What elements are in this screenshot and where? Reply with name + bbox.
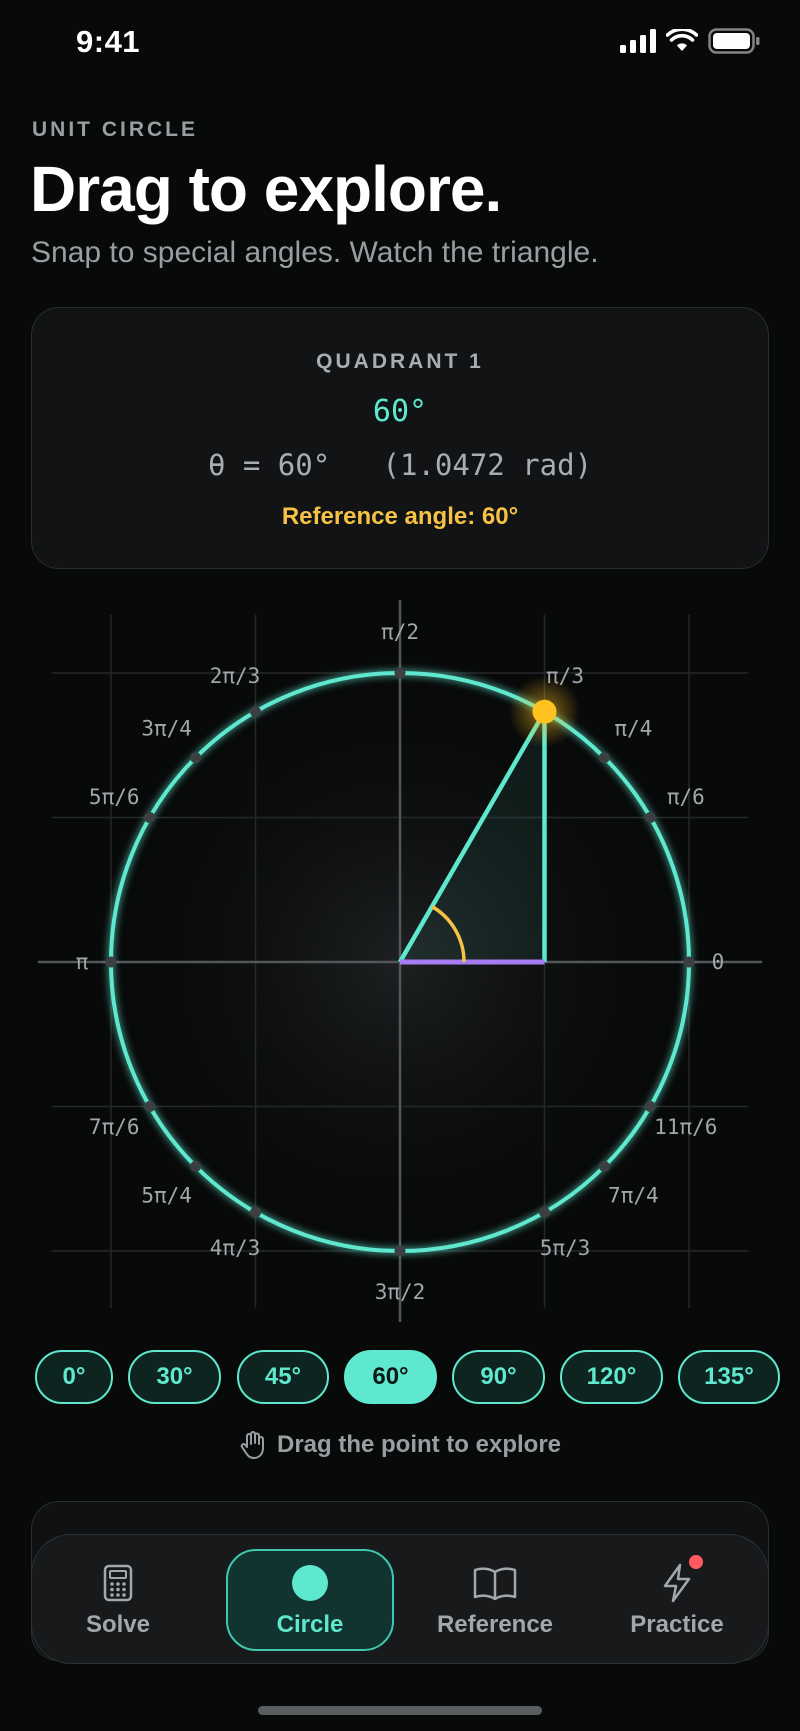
angle-label: 5π/4: [141, 1183, 192, 1207]
chip-90[interactable]: 90°: [452, 1350, 545, 1404]
angle-tick: [105, 956, 117, 968]
chip-135[interactable]: 135°: [678, 1350, 780, 1404]
page-title: Drag to explore.: [30, 153, 502, 225]
chip-60[interactable]: 60°: [344, 1350, 437, 1404]
angle-tick: [644, 812, 656, 823]
angle-tick: [683, 956, 695, 968]
angle-tick: [539, 1206, 550, 1218]
angle-tick: [250, 706, 261, 718]
quadrant-label: QUADRANT 1: [316, 350, 484, 373]
angle-tick: [190, 1160, 202, 1172]
chip-120[interactable]: 120°: [560, 1350, 663, 1404]
angle-label: 5π/6: [89, 785, 140, 809]
status-time: 9:41: [76, 24, 141, 59]
angle-label: π/2: [381, 620, 419, 644]
chip-45[interactable]: 45°: [237, 1350, 329, 1404]
angle-degrees: 60°: [372, 394, 428, 429]
tab-label: Reference: [436, 1611, 554, 1638]
circle-icon: [290, 1561, 330, 1605]
angle-tick: [144, 812, 156, 823]
page-subtitle: Snap to special angles. Watch the triang…: [31, 236, 599, 269]
angle-label: 0: [712, 950, 725, 974]
calculator-icon: [103, 1561, 133, 1605]
angle-tick: [144, 1101, 156, 1112]
angle-label: 2π/3: [210, 664, 261, 688]
reference-angle: Reference angle: 60°: [281, 503, 519, 530]
tab-reference[interactable]: Reference: [420, 1549, 570, 1651]
tab-label: Practice: [630, 1611, 724, 1638]
angle-label: 4π/3: [210, 1236, 261, 1260]
angle-label: π: [76, 950, 89, 974]
wifi-icon: [666, 29, 698, 51]
drag-point-handle[interactable]: [532, 699, 557, 724]
unit-circle-svg[interactable]: 0π/6π/4π/3π/22π/33π/45π/6π7π/65π/44π/33π…: [0, 590, 800, 1330]
chip-30[interactable]: 30°: [128, 1350, 221, 1404]
unit-circle-canvas[interactable]: 0 π/6 π/4 π/3 π/2 2π/3 3π/4 5π/6 π 7π/6 5π/4 4π/3 3π…: [0, 590, 800, 1330]
status-icons: [620, 28, 760, 54]
angle-label: 7π/6: [89, 1115, 140, 1139]
angle-tick: [644, 1101, 656, 1112]
battery-icon: [708, 28, 760, 54]
drag-point[interactable]: [508, 675, 581, 748]
angle-formula: θ = 60° (1.0472 rad): [207, 448, 593, 482]
angle-tick: [598, 752, 610, 764]
angle-label: 3π/4: [141, 717, 192, 741]
signal-icon: [620, 29, 656, 53]
angle-label: π/4: [614, 717, 652, 741]
angle-chip-row[interactable]: 0° 30° 45° 60° 90° 120° 135°: [0, 1350, 800, 1406]
tab-label: Solve: [85, 1611, 151, 1638]
tab-bar: Solve Circle Reference Practice: [31, 1534, 769, 1664]
section-eyebrow: UNIT CIRCLE: [32, 118, 198, 141]
home-indicator: [258, 1706, 542, 1715]
tab-label: Circle: [276, 1611, 344, 1638]
chip-0[interactable]: 0°: [35, 1350, 113, 1404]
angle-tick: [598, 1160, 610, 1172]
book-icon: [473, 1561, 517, 1605]
angle-tick: [250, 1206, 261, 1218]
angle-info-card: QUADRANT 1 60° θ = 60° (1.0472 rad) Refe…: [31, 307, 769, 569]
hand-icon: [240, 1431, 264, 1459]
notification-badge: [689, 1555, 703, 1569]
tab-circle[interactable]: Circle: [226, 1549, 394, 1651]
angle-tick: [394, 667, 406, 679]
angle-label: 3π/2: [375, 1280, 426, 1304]
angle-label: 11π/6: [654, 1115, 717, 1139]
angle-label: 7π/4: [608, 1183, 659, 1207]
angle-label: 5π/3: [540, 1236, 591, 1260]
drag-hint: Drag the point to explore: [0, 1430, 800, 1460]
angle-tick: [190, 752, 202, 764]
status-bar: 9:41: [0, 0, 800, 90]
lightning-icon: [661, 1555, 703, 1605]
tab-solve[interactable]: Solve: [50, 1549, 186, 1651]
angle-label: π/6: [667, 785, 705, 809]
tab-practice[interactable]: Practice: [602, 1549, 752, 1651]
drag-hint-text: Drag the point to explore: [276, 1431, 561, 1458]
angle-tick: [394, 1245, 406, 1257]
